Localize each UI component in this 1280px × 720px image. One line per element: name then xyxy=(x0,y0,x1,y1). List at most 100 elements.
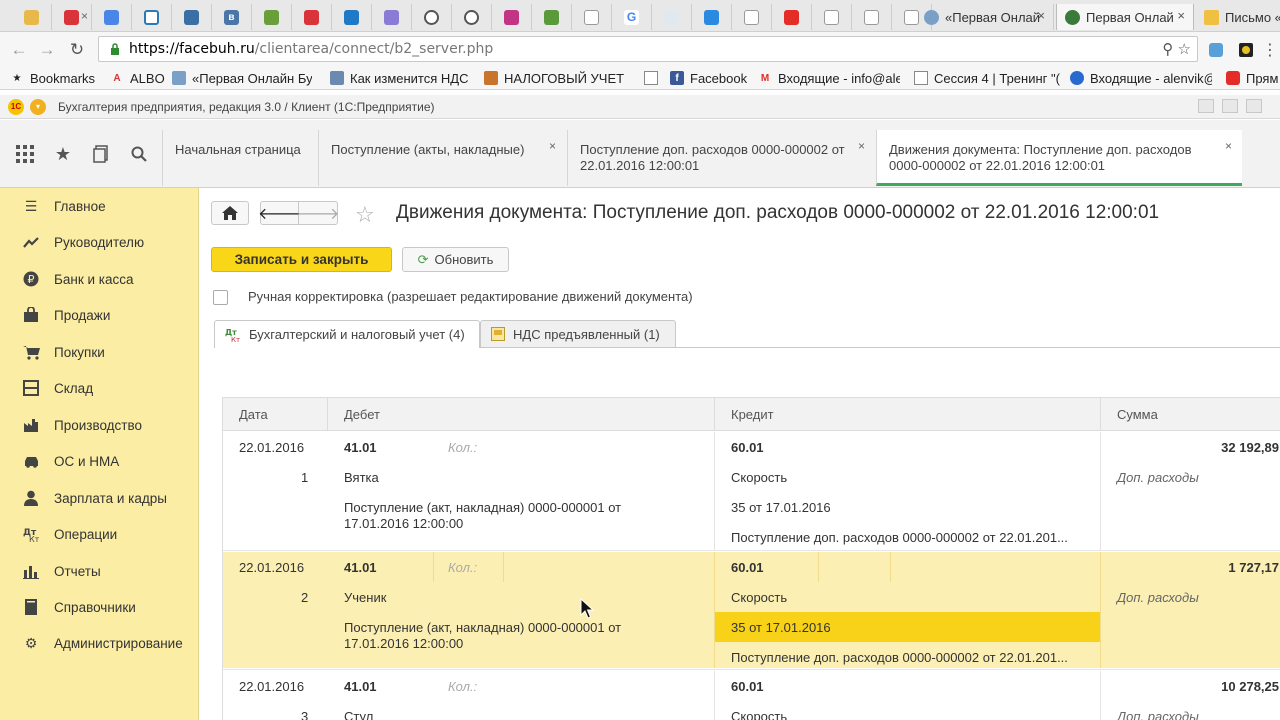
close-icon[interactable]: × xyxy=(1225,138,1232,154)
close-icon[interactable]: × xyxy=(1037,8,1045,23)
bookmark-item[interactable]: ★ Bookmarks xyxy=(10,69,96,87)
browser-tab[interactable]: «Первая Онлай × xyxy=(916,4,1054,30)
browser-tab[interactable] xyxy=(412,4,452,30)
bookmark-item[interactable]: Прям xyxy=(1226,69,1280,87)
window-tab-additional-costs[interactable]: Поступление доп. расходов 0000-000002 от… xyxy=(567,130,875,186)
bookmark-item[interactable]: Входящие - alenvik@ xyxy=(1070,69,1212,87)
forward-icon[interactable]: → xyxy=(36,39,58,61)
browser-tab[interactable] xyxy=(252,4,292,30)
bookmark-item[interactable]: Как изменится НДС с xyxy=(330,69,470,87)
home-button[interactable] xyxy=(211,201,249,225)
table-row[interactable]: 22.01.2016 3 41.01 Кол.: Стул 60.01 Скор… xyxy=(223,671,1280,720)
column-header-sum[interactable]: Сумма xyxy=(1101,398,1280,431)
browser-tab-title: Письмо « xyxy=(1225,9,1280,25)
sections-grid-icon[interactable] xyxy=(6,135,44,173)
browser-tab[interactable] xyxy=(452,4,492,30)
window-button-icon[interactable] xyxy=(1222,99,1238,113)
browser-tab[interactable] xyxy=(532,4,572,30)
column-header-debit[interactable]: Дебет xyxy=(328,398,715,431)
browser-tab[interactable] xyxy=(852,4,892,30)
browser-tab[interactable] xyxy=(132,4,172,30)
browser-tabstrip: × в G «Первая Онлай × Первая Онлай × Пис… xyxy=(0,0,1280,32)
browser-tab[interactable]: в xyxy=(212,4,252,30)
close-icon[interactable]: × xyxy=(549,138,556,154)
bookmark-item[interactable]: Сессия 4 | Тренинг "( xyxy=(914,69,1060,87)
nav-item-main[interactable]: ☰ Главное xyxy=(0,189,199,223)
main-menu-icon[interactable]: ▾ xyxy=(30,98,46,115)
nav-item-reports[interactable]: Отчеты xyxy=(0,554,199,588)
tab-accounting[interactable]: Дт Кт Бухгалтерский и налоговый учет (4) xyxy=(214,320,480,348)
nav-item-production[interactable]: Производство xyxy=(0,408,199,442)
menu-dots-icon[interactable]: ⋮ xyxy=(1260,40,1280,60)
browser-tab[interactable] xyxy=(492,4,532,30)
browser-tab[interactable] xyxy=(292,4,332,30)
nav-item-warehouse[interactable]: Склад xyxy=(0,371,199,405)
bookmark-item[interactable]: НАЛОГОВЫЙ УЧЕТ Р xyxy=(484,69,626,87)
window-tab-label: Движения документа: Поступление доп. рас… xyxy=(889,142,1192,173)
window-tab-home[interactable]: Начальная страница xyxy=(162,130,318,186)
window-tab-receipts[interactable]: Поступление (акты, накладные) × xyxy=(318,130,566,186)
browser-tab-active[interactable]: Первая Онлай × xyxy=(1056,4,1194,30)
browser-tab[interactable] xyxy=(692,4,732,30)
browser-tab[interactable] xyxy=(172,4,212,30)
bookmark-item[interactable]: «Первая Онлайн Бух xyxy=(172,69,312,87)
close-icon[interactable]: × xyxy=(858,138,865,154)
column-divider xyxy=(714,671,715,720)
nav-item-assets[interactable]: ОС и НМА xyxy=(0,444,199,478)
column-header-date[interactable]: Дата xyxy=(223,398,328,431)
browser-tab[interactable] xyxy=(812,4,852,30)
browser-tab[interactable] xyxy=(652,4,692,30)
browser-tab[interactable]: G xyxy=(612,4,652,30)
table-row-selected[interactable]: 22.01.2016 2 41.01 Кол.: Ученик Поступле… xyxy=(223,552,1280,668)
browser-tab[interactable] xyxy=(772,4,812,30)
bookmark-item[interactable] xyxy=(644,69,664,87)
ruble-icon: ₽ xyxy=(22,270,40,288)
save-and-close-button[interactable]: Записать и закрыть xyxy=(211,247,392,272)
browser-tab[interactable] xyxy=(732,4,772,30)
window-button-icon[interactable] xyxy=(1198,99,1214,113)
bookmark-item[interactable]: A ALBO xyxy=(110,69,164,87)
browser-tab[interactable] xyxy=(372,4,412,30)
close-icon[interactable]: × xyxy=(1177,8,1185,23)
browser-tab[interactable]: × xyxy=(52,4,92,30)
nav-item-operations[interactable]: Дт Кт Операции xyxy=(0,517,199,551)
nav-item-administration[interactable]: ⚙ Администрирование xyxy=(0,626,199,660)
refresh-button[interactable]: ⟳ Обновить xyxy=(402,247,509,272)
search-icon[interactable] xyxy=(120,135,158,173)
menu-lines-icon: ☰ xyxy=(24,197,38,214)
browser-tab[interactable] xyxy=(12,4,52,30)
browser-tab[interactable] xyxy=(332,4,372,30)
nav-item-manager[interactable]: Руководителю xyxy=(0,225,199,259)
favorites-star-icon[interactable]: ★ xyxy=(44,135,82,173)
bookmark-star-icon[interactable]: ⚲ ☆ xyxy=(1162,40,1191,58)
nav-item-bank[interactable]: ₽ Банк и касса xyxy=(0,262,199,296)
manual-edit-checkbox[interactable] xyxy=(213,290,228,305)
reload-icon[interactable]: ↻ xyxy=(66,39,88,61)
forward-icon[interactable]: 🡒 xyxy=(297,202,340,224)
nav-item-payroll[interactable]: Зарплата и кадры xyxy=(0,481,199,515)
tab-vat[interactable]: НДС предъявленный (1) xyxy=(480,320,676,348)
extension-icon[interactable] xyxy=(1236,40,1256,60)
browser-tab[interactable] xyxy=(92,4,132,30)
bookmark-item[interactable]: f Facebook xyxy=(670,69,747,87)
browser-tab[interactable]: Письмо « xyxy=(1196,4,1280,30)
grid-favicon-icon xyxy=(184,9,199,25)
browser-tab[interactable] xyxy=(572,4,612,30)
back-icon[interactable]: ← xyxy=(8,39,30,61)
tab-favicon-icon xyxy=(64,9,79,25)
address-bar[interactable]: https://facebuh.ru/clientarea/connect/b2… xyxy=(98,36,1198,62)
back-icon[interactable]: 🡐 xyxy=(258,202,301,224)
column-header-credit[interactable]: Кредит xyxy=(715,398,1101,431)
extension-icon[interactable] xyxy=(1206,40,1226,60)
nav-item-purchases[interactable]: Покупки xyxy=(0,335,199,369)
close-icon[interactable]: × xyxy=(81,9,88,23)
history-icon[interactable] xyxy=(82,135,120,173)
nav-item-sales[interactable]: Продажи xyxy=(0,298,199,332)
tab-favicon-icon xyxy=(1065,9,1080,25)
bookmark-item[interactable]: M Входящие - info@ale xyxy=(758,69,900,87)
nav-item-catalogs[interactable]: Справочники xyxy=(0,590,199,624)
favorite-star-icon[interactable]: ☆ xyxy=(355,202,375,228)
table-row[interactable]: 22.01.2016 1 41.01 Кол.: Вятка Поступлен… xyxy=(223,432,1280,549)
window-button-icon[interactable] xyxy=(1246,99,1262,113)
window-tab-document-movements[interactable]: Движения документа: Поступление доп. рас… xyxy=(876,130,1242,186)
